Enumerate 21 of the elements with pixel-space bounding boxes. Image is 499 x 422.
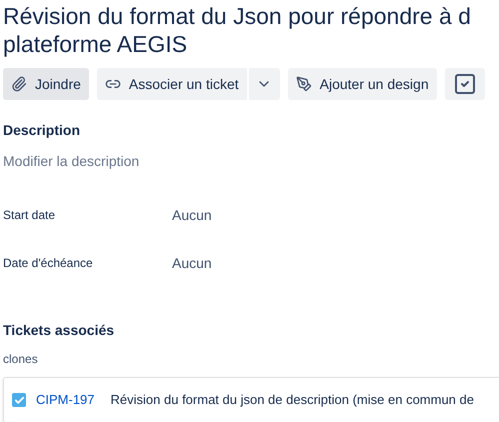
pen-icon (296, 76, 312, 92)
task-icon (12, 393, 26, 407)
field-label: Date d'échéance (3, 255, 94, 272)
action-button[interactable]: Joindre (3, 68, 89, 100)
paperclip-icon (11, 76, 27, 92)
section-heading: Description (3, 121, 80, 140)
linked-ticket-row[interactable]: CIPM-197 Révision du format du json de description (mise en commun de (3, 377, 499, 422)
field-value[interactable]: Aucun (172, 204, 212, 226)
issue-title: Révision du format du Json pour répondre à d (3, 2, 471, 30)
checkbox-icon (452, 72, 477, 96)
description-field[interactable]: Modifier la description (3, 151, 140, 172)
action-button[interactable]: Ajouter un design (288, 68, 437, 100)
ticket-key-link[interactable]: CIPM-197 (36, 390, 95, 410)
issue-title: plateforme AEGIS (3, 30, 188, 58)
field-label: Start date (3, 207, 56, 224)
action-button[interactable] (444, 68, 485, 100)
relation-label: clones (3, 351, 38, 368)
section-heading: Tickets associés (3, 321, 114, 340)
action-button[interactable]: Associer un ticket (96, 68, 247, 100)
ticket-summary: Révision du format du json de description (mise en commun de (110, 391, 474, 410)
field-value[interactable]: Aucun (172, 252, 212, 274)
